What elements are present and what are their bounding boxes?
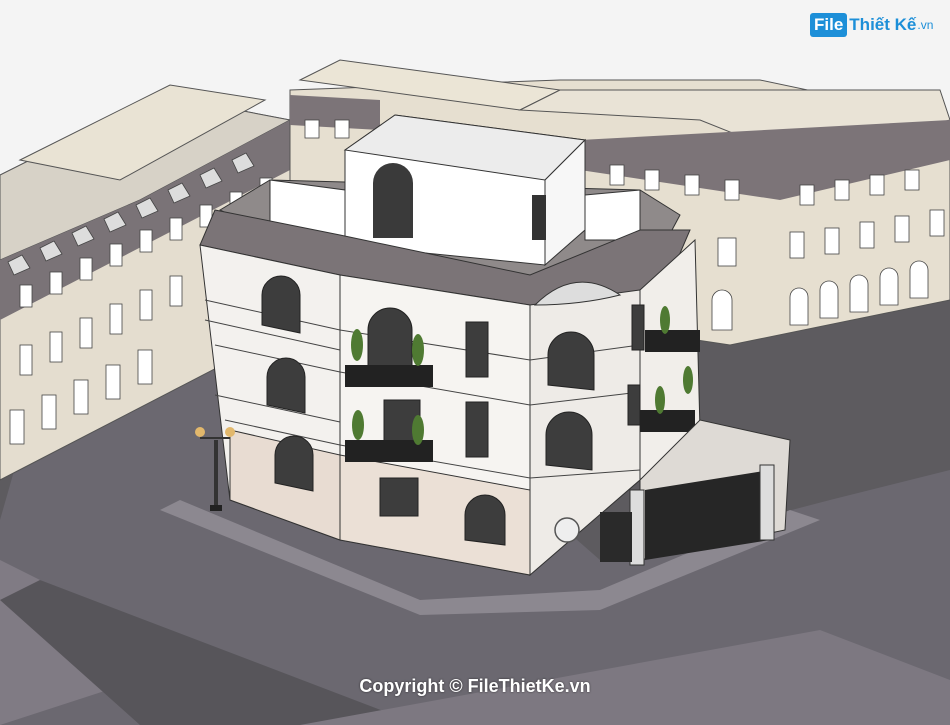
copyright-watermark: Copyright © FileThietKe.vn xyxy=(359,676,591,696)
logo-box: File xyxy=(810,13,848,37)
3d-villa-render xyxy=(0,0,950,725)
logo-domain: .vn xyxy=(917,18,934,32)
logo-text: Thiết Kế xyxy=(849,15,917,34)
site-logo: File Thiết Kế .vn xyxy=(810,10,933,40)
